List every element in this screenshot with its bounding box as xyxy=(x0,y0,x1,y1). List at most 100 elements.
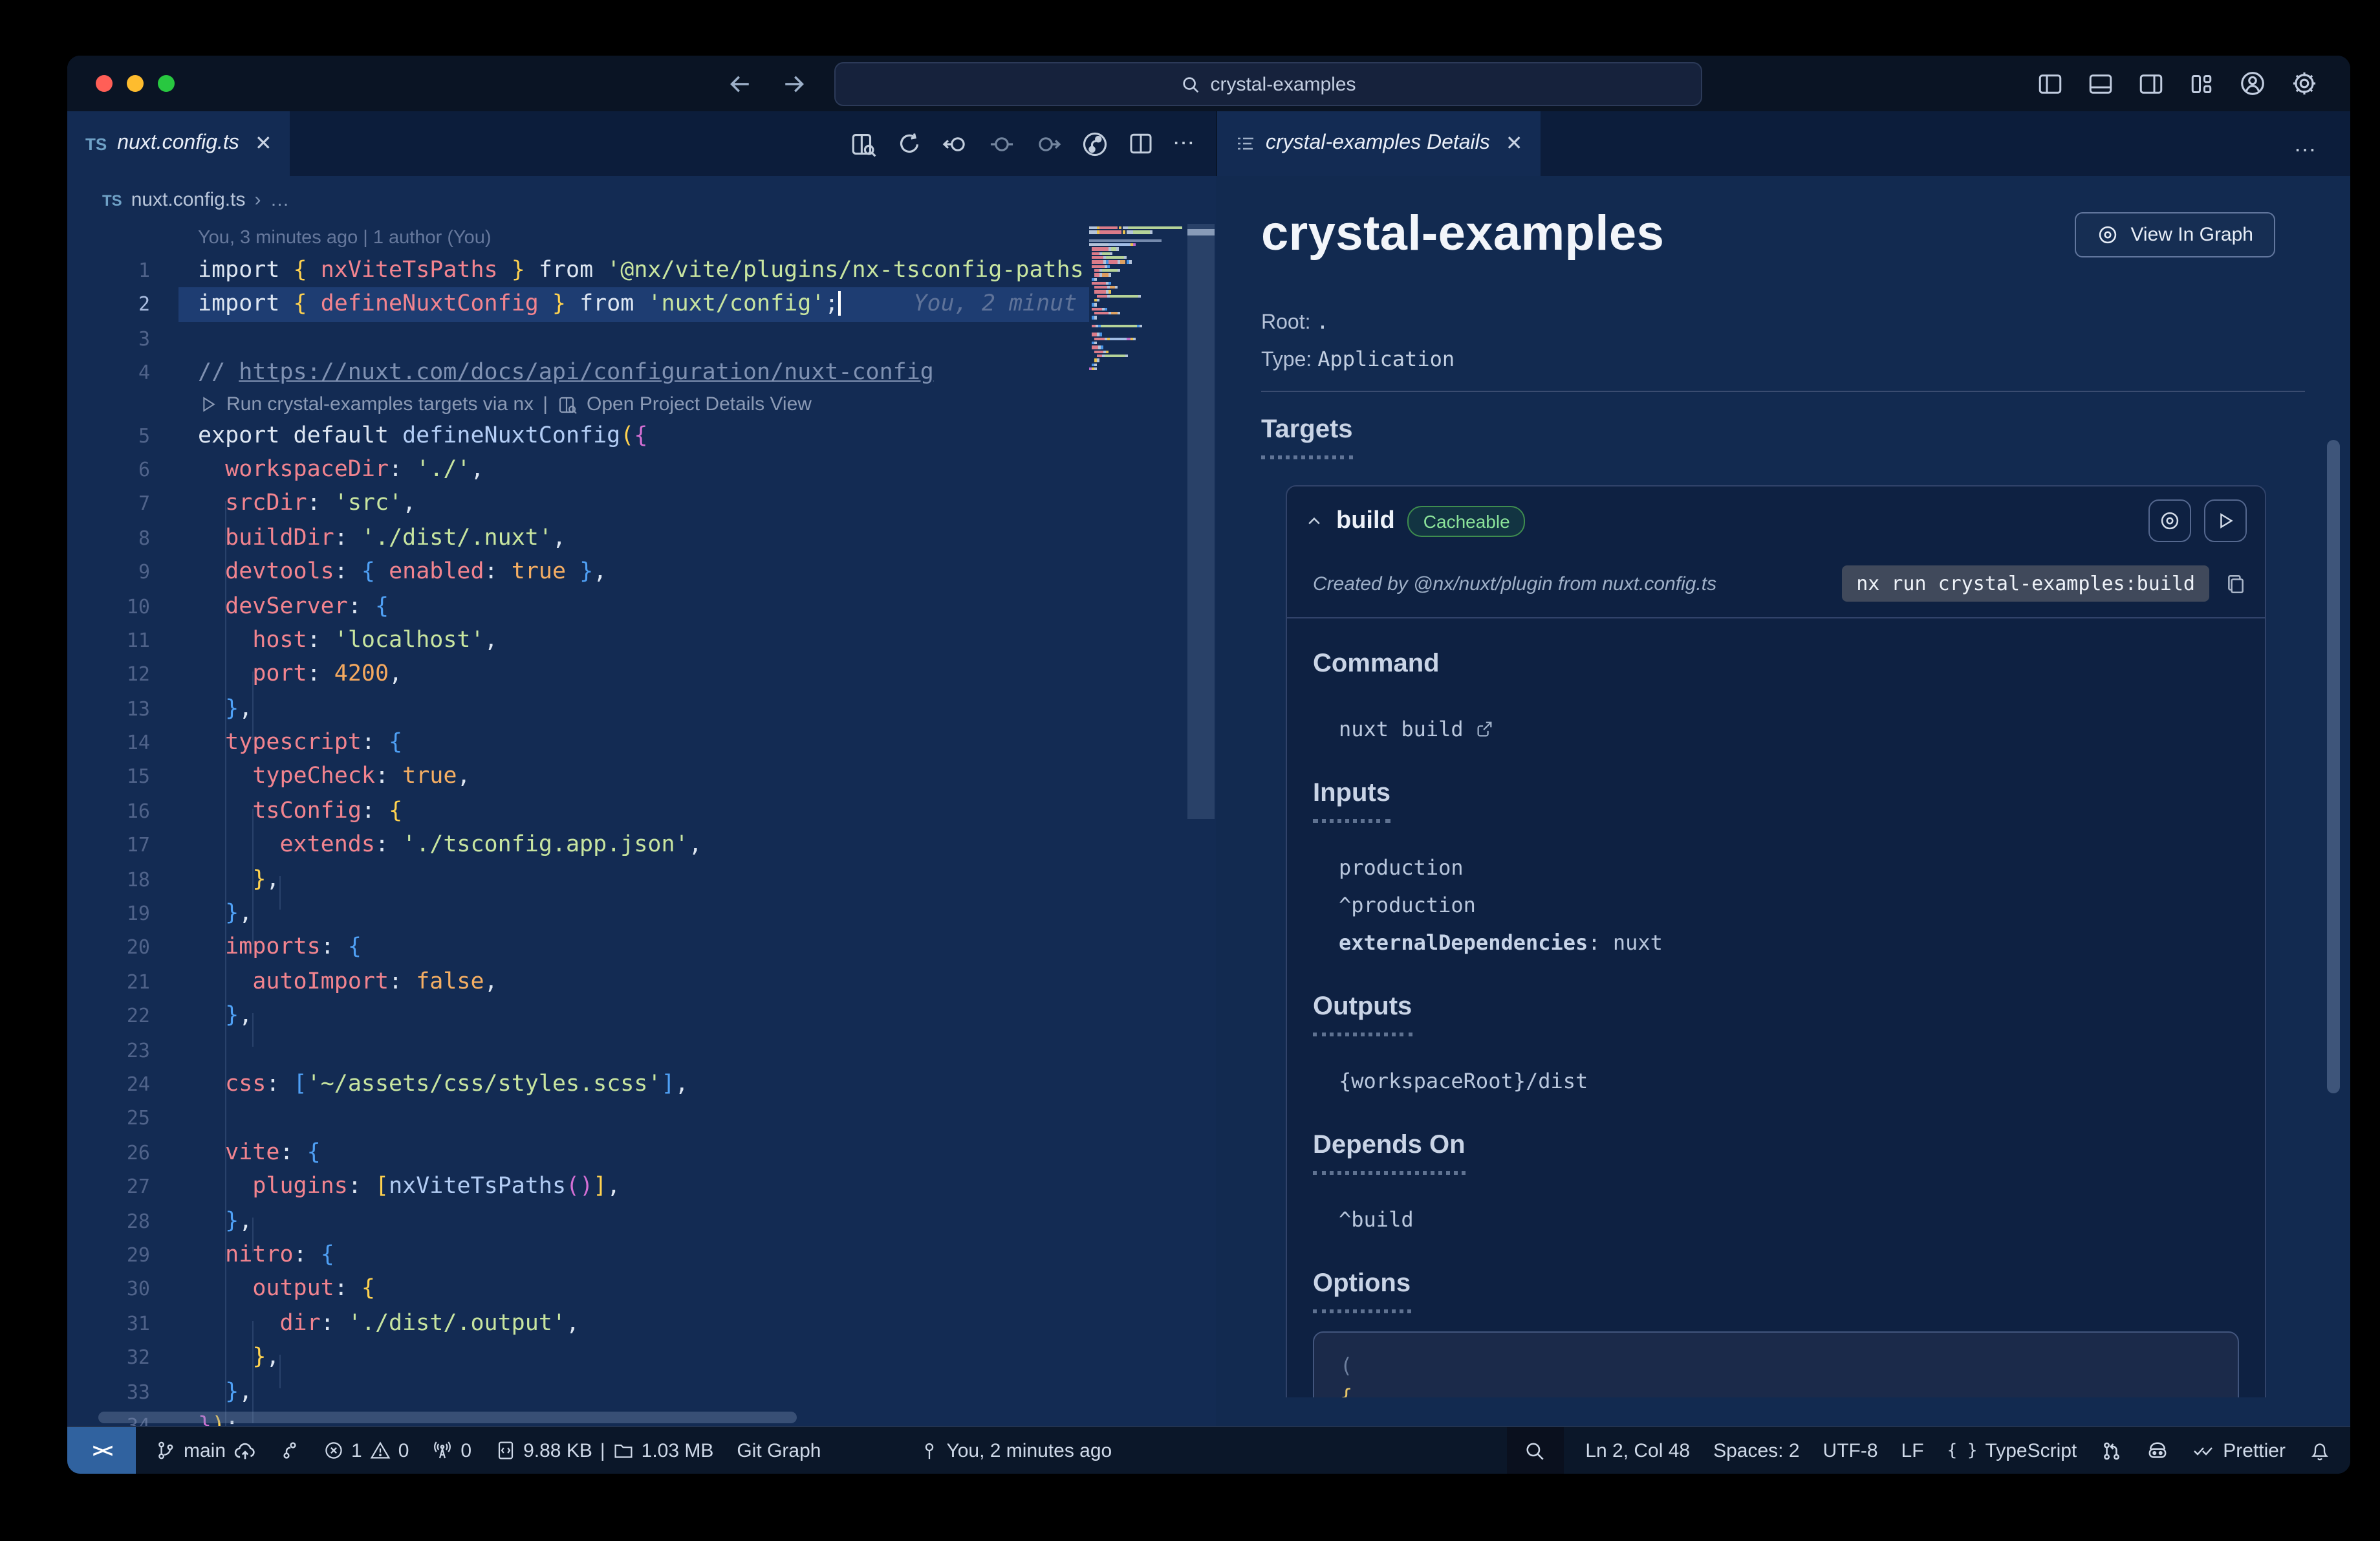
code-line[interactable]: 20 imports: { xyxy=(67,931,1089,965)
copy-icon[interactable] xyxy=(2225,573,2247,595)
code-line[interactable]: 12 port: 4200, xyxy=(67,658,1089,692)
minimize-window-button[interactable] xyxy=(127,75,144,92)
maximize-window-button[interactable] xyxy=(158,75,175,92)
code-line[interactable]: 23 xyxy=(67,1033,1089,1067)
view-target-button[interactable] xyxy=(2148,499,2191,542)
more-actions-icon[interactable]: ⋯ xyxy=(1173,131,1197,157)
code-line[interactable]: 31 dir: './dist/.output', xyxy=(67,1306,1089,1340)
target-name[interactable]: build xyxy=(1336,507,1395,535)
open-details-codelens-link[interactable]: Open Project Details View xyxy=(587,390,812,419)
code-line[interactable]: 8 buildDir: './dist/.nuxt', xyxy=(67,521,1089,555)
close-tab-icon[interactable]: ✕ xyxy=(255,131,272,157)
file-size-item[interactable]: 9.88 KB | 1.03 MB xyxy=(483,1439,725,1461)
code-line[interactable]: 6 workspaceDir: './', xyxy=(67,453,1089,487)
indentation-item[interactable]: Spaces: 2 xyxy=(1702,1439,1811,1461)
open-details-codelens-icon[interactable] xyxy=(557,394,578,415)
eol-item[interactable]: LF xyxy=(1890,1439,1936,1461)
ports-item[interactable]: 0 xyxy=(420,1439,483,1461)
code-line[interactable]: 30 output: { xyxy=(67,1273,1089,1307)
code-line[interactable]: 33 }, xyxy=(67,1375,1089,1409)
remote-indicator[interactable]: >< xyxy=(67,1427,136,1474)
tab-project-details[interactable]: crystal-examples Details ✕ xyxy=(1217,111,1541,176)
encoding-item[interactable]: UTF-8 xyxy=(1812,1439,1890,1461)
close-tab-icon[interactable]: ✕ xyxy=(1506,131,1523,157)
forward-icon[interactable] xyxy=(781,71,807,96)
code-line[interactable]: 9 devtools: { enabled: true }, xyxy=(67,555,1089,589)
panel-more-actions-icon[interactable]: … xyxy=(2293,111,2319,176)
code-area[interactable]: You, 3 minutes ago | 1 author (You) 1 impo… xyxy=(67,224,1216,1426)
options-json-box[interactable]: ({ "cwd": "."}) xyxy=(1313,1331,2239,1397)
code-line[interactable]: 28 }, xyxy=(67,1204,1089,1238)
cursor-position-item[interactable]: Ln 2, Col 48 xyxy=(1574,1439,1702,1461)
code-line[interactable]: 25 xyxy=(67,1102,1089,1136)
code-line[interactable]: 32 }, xyxy=(67,1340,1089,1375)
code-line[interactable]: 10 devServer: { xyxy=(67,589,1089,624)
code-line[interactable]: 18 }, xyxy=(67,862,1089,897)
formatter-item[interactable]: Prettier xyxy=(2180,1439,2297,1461)
layout-secondary-sidebar-icon[interactable] xyxy=(2138,71,2164,96)
split-editor-icon[interactable] xyxy=(1127,131,1153,157)
blame-item[interactable]: You, 2 minutes ago xyxy=(907,1439,1123,1461)
code-line[interactable]: 21 autoImport: false, xyxy=(67,965,1089,1000)
nx-run-command-chip[interactable]: nx run crystal-examples:build xyxy=(1842,565,2209,602)
code-line[interactable]: 29 nitro: { xyxy=(67,1238,1089,1273)
customize-layout-icon[interactable] xyxy=(2189,71,2214,96)
back-icon[interactable] xyxy=(727,71,753,96)
git-graph-item[interactable]: Git Graph xyxy=(725,1439,832,1461)
run-forward-icon[interactable] xyxy=(1034,130,1061,157)
refresh-icon[interactable] xyxy=(896,131,922,157)
codelens-row[interactable]: Run crystal-examples targets via nx | Open… xyxy=(67,390,1216,419)
breadcrumb[interactable]: TS nuxt.config.ts › … xyxy=(67,176,1216,224)
code-editor[interactable]: TS nuxt.config.ts › … You, 3 minutes ago… xyxy=(67,176,1216,1426)
settings-gear-icon[interactable] xyxy=(2291,70,2318,97)
code-line[interactable]: 5 export default defineNuxtConfig({ xyxy=(67,419,1089,453)
external-link-icon[interactable] xyxy=(1475,719,1495,739)
breadcrumb-symbol[interactable]: … xyxy=(270,189,289,211)
code-line[interactable]: 3 xyxy=(67,322,1089,356)
pr-item[interactable] xyxy=(2088,1439,2134,1461)
run-target-button[interactable] xyxy=(2204,499,2247,542)
chevron-up-icon[interactable] xyxy=(1305,512,1323,530)
code-line[interactable]: 27 plugins: [nxViteTsPaths()], xyxy=(67,1170,1089,1204)
code-line[interactable]: 7 srcDir: 'src', xyxy=(67,487,1089,521)
layout-sidebar-icon[interactable] xyxy=(2037,71,2063,96)
tab-nuxt-config[interactable]: TS nuxt.config.ts ✕ xyxy=(67,111,290,176)
breadcrumb-file[interactable]: nuxt.config.ts xyxy=(131,189,246,211)
code-line[interactable]: 16 tsConfig: { xyxy=(67,794,1089,829)
code-line[interactable]: 11 host: 'localhost', xyxy=(67,624,1089,658)
options-heading[interactable]: Options xyxy=(1313,1269,1411,1313)
panel-scrollbar[interactable] xyxy=(2327,440,2340,1093)
project-details-icon[interactable] xyxy=(849,130,876,157)
inputs-heading[interactable]: Inputs xyxy=(1313,779,1390,823)
code-line[interactable]: 26 vite: { xyxy=(67,1136,1089,1170)
minimap[interactable] xyxy=(1089,226,1182,371)
run-icon[interactable] xyxy=(988,130,1015,157)
code-line[interactable]: 22 }, xyxy=(67,999,1089,1033)
vertical-scrollbar[interactable] xyxy=(1187,224,1215,819)
layout-panel-icon[interactable] xyxy=(2088,71,2114,96)
git-history-icon[interactable] xyxy=(1081,130,1108,157)
code-line[interactable]: 14 typescript: { xyxy=(67,726,1089,760)
commit-graph-item[interactable] xyxy=(267,1440,311,1461)
run-codelens-icon[interactable] xyxy=(198,395,217,414)
close-window-button[interactable] xyxy=(96,75,113,92)
notifications-item[interactable] xyxy=(2297,1439,2342,1461)
code-line[interactable]: 1 import { nxViteTsPaths } from '@nx/vite… xyxy=(67,254,1089,288)
account-icon[interactable] xyxy=(2239,70,2266,97)
git-branch-item[interactable]: main xyxy=(144,1439,267,1461)
horizontal-scrollbar[interactable] xyxy=(98,1412,797,1423)
problems-item[interactable]: 1 0 xyxy=(311,1439,420,1461)
targets-heading[interactable]: Targets xyxy=(1261,415,1353,459)
outputs-heading[interactable]: Outputs xyxy=(1313,992,1412,1036)
code-line[interactable]: 19 }, xyxy=(67,897,1089,931)
code-line[interactable]: 15 typeCheck: true, xyxy=(67,760,1089,794)
view-in-graph-button[interactable]: View In Graph xyxy=(2075,212,2275,257)
zoom-status-item[interactable] xyxy=(1506,1427,1564,1474)
language-item[interactable]: { } TypeScript xyxy=(1936,1439,2089,1461)
depends-on-heading[interactable]: Depends On xyxy=(1313,1131,1466,1175)
command-center-search[interactable]: crystal-examples xyxy=(834,62,1702,106)
code-line[interactable]: 2 import { defineNuxtConfig } from 'nuxt/… xyxy=(67,287,1089,322)
copilot-item[interactable] xyxy=(2134,1439,2180,1462)
code-line[interactable]: 13 }, xyxy=(67,692,1089,726)
code-line[interactable]: 24 css: ['~/assets/css/styles.scss'], xyxy=(67,1067,1089,1102)
